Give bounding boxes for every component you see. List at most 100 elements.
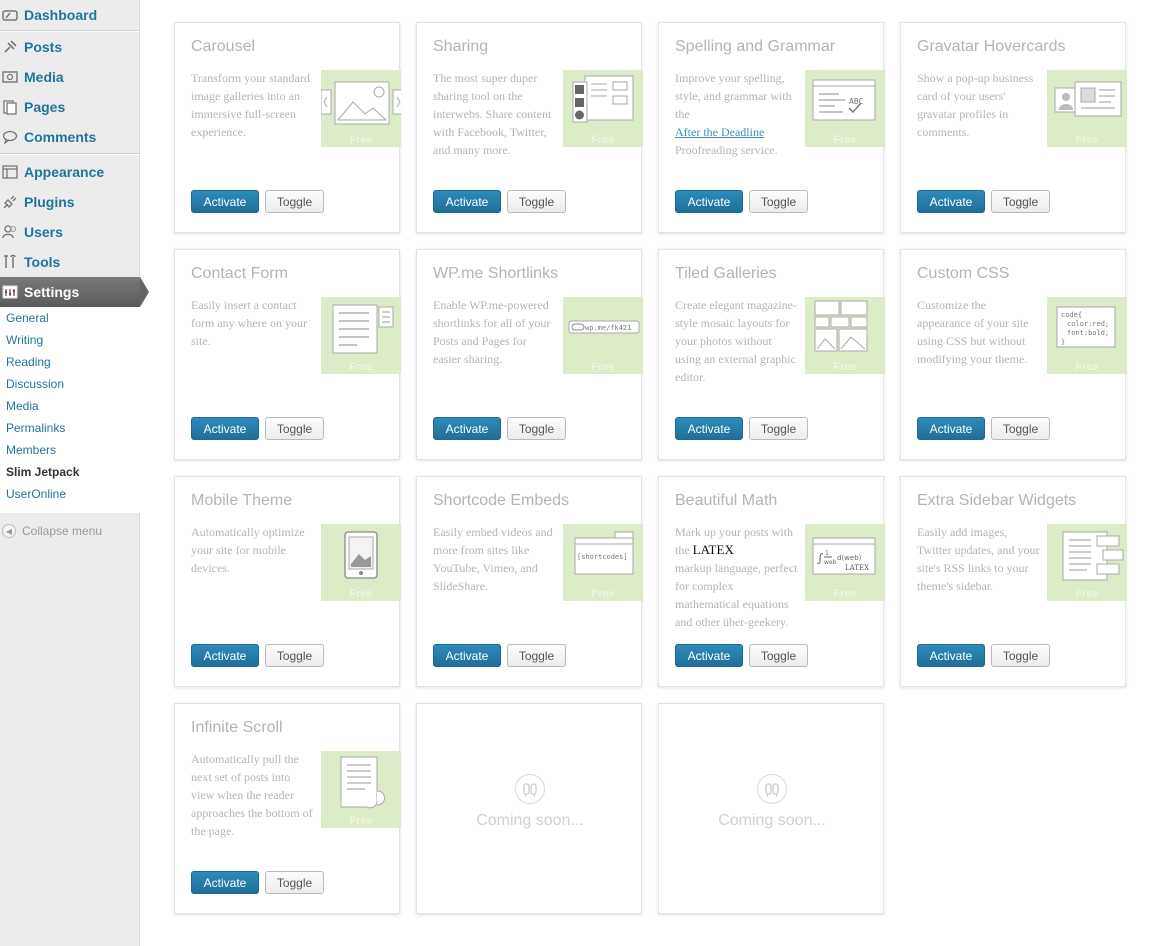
module-card-extra-sidebar-widgets: Extra Sidebar Widgets Easily add images, … (900, 476, 1127, 687)
menu-tools[interactable]: Tools (0, 247, 140, 277)
module-card-contact-form: Contact Form Easily insert a contact form… (174, 249, 401, 460)
coming-soon-block: Coming soon... (417, 774, 643, 830)
module-title: Beautiful Math (675, 492, 778, 509)
module-description: Easily insert a contact form any where o… (191, 298, 307, 348)
menu-pages[interactable]: Pages (0, 92, 140, 122)
activate-button[interactable]: Activate (675, 644, 743, 667)
submenu-item-useronline[interactable]: UserOnline (0, 483, 140, 505)
jetpack-icon (757, 774, 787, 804)
toggle-button[interactable]: Toggle (749, 644, 808, 667)
toggle-button[interactable]: Toggle (749, 190, 808, 213)
math-illustration: ∫ 1 web d(web) LATEX Free (805, 524, 885, 601)
submenu-item-media[interactable]: Media (0, 395, 140, 417)
plug-icon (2, 194, 18, 210)
toggle-button[interactable]: Toggle (265, 644, 324, 667)
toggle-button[interactable]: Toggle (507, 644, 566, 667)
collapse-arrow-icon: ◀ (2, 524, 16, 538)
module-title: Tiled Galleries (675, 265, 777, 282)
users-icon (2, 224, 18, 240)
activate-button[interactable]: Activate (191, 644, 259, 667)
mobile-illustration: Free (321, 524, 401, 601)
activate-button[interactable]: Activate (675, 190, 743, 213)
menu-posts-label: Posts (24, 39, 63, 55)
free-badge: Free (1075, 134, 1099, 146)
activate-button[interactable]: Activate (433, 190, 501, 213)
module-card-beautiful-math: Beautiful Math Mark up your posts with th… (658, 476, 885, 687)
module-description: Transform your standard image galleries … (191, 71, 310, 139)
image-caption: [shortcodes] (577, 553, 628, 561)
free-badge: Free (349, 815, 373, 827)
menu-dashboard[interactable]: Dashboard (0, 0, 140, 30)
module-description: Enable WP.me-powered shortlinks for all … (433, 298, 551, 366)
admin-sidebar: Dashboard Posts Media Pages Comments App… (0, 0, 149, 946)
submenu-item-permalinks[interactable]: Permalinks (0, 417, 140, 439)
menu-posts[interactable]: Posts (0, 32, 140, 62)
menu-tools-label: Tools (24, 254, 61, 270)
collapse-menu-button[interactable]: ◀ Collapse menu (0, 520, 102, 542)
activate-button[interactable]: Activate (191, 190, 259, 213)
toggle-button[interactable]: Toggle (265, 190, 324, 213)
submenu-item-general[interactable]: General (0, 307, 140, 329)
jetpack-icon (515, 774, 545, 804)
activate-button[interactable]: Activate (675, 417, 743, 440)
pin-icon (2, 39, 18, 55)
submenu-item-writing[interactable]: Writing (0, 329, 140, 351)
activate-button[interactable]: Activate (433, 417, 501, 440)
module-card-shortcode-embeds: Shortcode Embeds Easily embed videos and … (416, 476, 643, 687)
menu-dashboard-label: Dashboard (24, 7, 98, 23)
module-title: Carousel (191, 38, 256, 55)
coming-soon-card: Coming soon... (658, 703, 884, 914)
menu-media[interactable]: Media (0, 62, 140, 92)
menu-users[interactable]: Users (0, 217, 140, 247)
submenu-item-members[interactable]: Members (0, 439, 140, 461)
description-after: Proofreading service. (675, 143, 778, 157)
module-description: The most super duper sharing tool on the… (433, 71, 552, 157)
svg-text:LATEX: LATEX (845, 564, 869, 572)
module-title: Infinite Scroll (191, 719, 283, 736)
activate-button[interactable]: Activate (917, 417, 985, 440)
toggle-button[interactable]: Toggle (507, 190, 566, 213)
menu-comments-label: Comments (24, 129, 97, 145)
infinite-scroll-illustration: Free (321, 751, 401, 828)
submenu-item-discussion[interactable]: Discussion (0, 373, 140, 395)
activate-button[interactable]: Activate (191, 417, 259, 440)
menu-settings-label: Settings (24, 284, 80, 300)
toggle-button[interactable]: Toggle (749, 417, 808, 440)
latex-logo: LATEX (692, 542, 734, 557)
module-card-tiled-galleries: Tiled Galleries Create elegant magazine-s… (658, 249, 885, 460)
module-card-sharing: Sharing The most super duper sharing tool… (416, 22, 643, 233)
pages-icon (2, 99, 18, 115)
module-description: Improve your spelling, style, and gramma… (675, 69, 799, 159)
activate-button[interactable]: Activate (433, 644, 501, 667)
toggle-button[interactable]: Toggle (265, 871, 324, 894)
menu-appearance[interactable]: Appearance (0, 157, 140, 187)
submenu-item-reading[interactable]: Reading (0, 351, 140, 373)
svg-text:d(web): d(web) (837, 554, 862, 562)
menu-plugins[interactable]: Plugins (0, 187, 140, 217)
svg-text:web: web (824, 559, 837, 566)
toggle-button[interactable]: Toggle (507, 417, 566, 440)
free-badge: Free (349, 588, 373, 600)
menu-settings[interactable]: Settings (0, 277, 149, 307)
activate-button[interactable]: Activate (191, 871, 259, 894)
toggle-button[interactable]: Toggle (991, 190, 1050, 213)
settings-icon (2, 284, 18, 300)
sharing-illustration: Free (563, 70, 643, 147)
toggle-button[interactable]: Toggle (265, 417, 324, 440)
module-title: Spelling and Grammar (675, 38, 836, 55)
activate-button[interactable]: Activate (917, 190, 985, 213)
after-the-deadline-link[interactable]: After the Deadline (675, 125, 764, 139)
menu-plugins-label: Plugins (24, 194, 75, 210)
free-badge: Free (591, 361, 615, 373)
collapse-menu-label: Collapse menu (22, 524, 103, 538)
menu-comments[interactable]: Comments (0, 122, 140, 152)
free-badge: Free (1075, 588, 1099, 600)
module-title: Mobile Theme (191, 492, 293, 509)
submenu-item-slim-jetpack[interactable]: Slim Jetpack (0, 461, 140, 483)
menu-pages-label: Pages (24, 99, 66, 115)
image-caption: wp.me/fk421 (585, 324, 632, 332)
appearance-icon (2, 164, 18, 180)
activate-button[interactable]: Activate (917, 644, 985, 667)
toggle-button[interactable]: Toggle (991, 417, 1050, 440)
toggle-button[interactable]: Toggle (991, 644, 1050, 667)
